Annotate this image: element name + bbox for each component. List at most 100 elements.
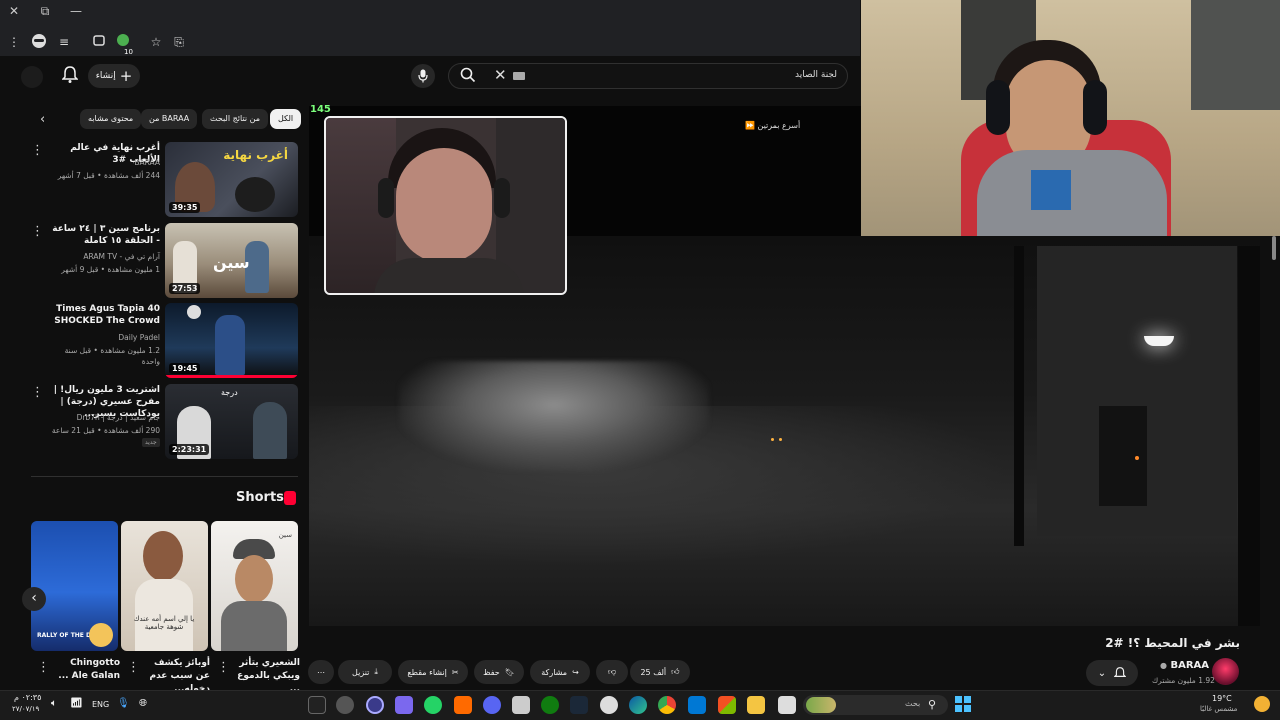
related-video-title[interactable]: برنامج سين ٣ | ٢٤ ساعة - الحلقة ١٥ كاملة xyxy=(48,223,160,247)
weather-temp[interactable]: 19°C xyxy=(1212,694,1232,703)
create-label: إنشاء xyxy=(95,71,116,81)
bookmark-star-icon[interactable]: ☆ xyxy=(147,33,165,51)
steam-icon[interactable] xyxy=(570,696,588,714)
video-duration: 27:53 xyxy=(169,283,201,294)
discord-icon[interactable] xyxy=(483,696,501,714)
extension-list-icon[interactable]: ≡ xyxy=(55,33,73,51)
voice-search-mic-icon[interactable] xyxy=(411,64,435,88)
file-explorer-icon[interactable] xyxy=(747,696,765,714)
short-thumbnail[interactable]: RALLY OF THE DAY xyxy=(31,521,118,651)
notifications-bell-icon[interactable] xyxy=(60,66,80,86)
related-video-title[interactable]: 40 Times Agus Tapia SHOCKED The Crowd xyxy=(48,303,160,327)
chip-all[interactable]: الكل xyxy=(270,109,302,129)
bell-icon xyxy=(1114,666,1127,677)
more-actions-button[interactable]: ⋯ xyxy=(308,660,334,684)
dislike-button[interactable]: 👎︎ xyxy=(596,660,628,684)
chip-from-search[interactable]: من نتائج البحث xyxy=(202,109,269,129)
app-gray-icon[interactable] xyxy=(336,696,354,714)
related-video-thumbnail[interactable]: سين 27:53 xyxy=(165,223,298,298)
wifi-icon[interactable]: 📶︎ xyxy=(70,698,83,709)
start-windows-icon[interactable] xyxy=(955,696,971,712)
related-video-channel[interactable]: آرام تي في - ARAM TV xyxy=(48,251,160,262)
related-video-thumbnail[interactable]: درجة 2:23:31 xyxy=(165,384,298,459)
minimize-window-icon[interactable]: — xyxy=(66,4,86,18)
extension-mask-icon[interactable] xyxy=(30,33,48,51)
app-purple-icon[interactable] xyxy=(395,696,413,714)
restore-window-icon[interactable]: ⧉ xyxy=(35,4,55,19)
like-button[interactable]: 25 ألف 👍︎ xyxy=(630,660,690,684)
subscriber-count: 1.92 مليون مشترك xyxy=(1152,676,1215,685)
clear-search-icon[interactable]: ✕ xyxy=(494,66,507,84)
calculator-icon[interactable] xyxy=(512,696,530,714)
share-icon: ↪ xyxy=(572,667,579,677)
extension-badge-icon[interactable]: 10 xyxy=(114,33,133,56)
related-video-meta: 244 ألف مشاهدة • قبل 7 أشهر xyxy=(57,171,160,180)
related-video-channel[interactable]: BARAA xyxy=(48,157,160,168)
app-orange-icon[interactable] xyxy=(454,696,472,714)
clock-time[interactable]: ٠٢:٣٥ م xyxy=(14,693,41,702)
search-input[interactable] xyxy=(448,63,848,89)
more-horizontal-icon: ⋯ xyxy=(317,667,325,677)
short-overlay-text: يا إلي اسم أمه عندك شوهة جامعية xyxy=(133,615,195,631)
subscription-button[interactable]: ⌄ xyxy=(1086,660,1138,686)
network-icon[interactable]: 🌐︎ xyxy=(139,698,147,709)
video-menu-icon[interactable]: ⋮ xyxy=(31,224,44,239)
short-menu-icon[interactable]: ⋮ xyxy=(37,660,50,675)
plus-icon: + xyxy=(119,67,133,85)
edge-icon[interactable] xyxy=(629,696,647,714)
weather-desc[interactable]: مشمس غالبًا xyxy=(1200,705,1237,713)
whatsapp-icon[interactable] xyxy=(424,696,442,714)
related-video-channel[interactable]: جام سعيد | درجة | Drb7h xyxy=(48,412,160,423)
save-button[interactable]: حفظ 🔖︎ xyxy=(474,660,524,684)
short-thumbnail[interactable]: يا إلي اسم أمه عندك شوهة جامعية xyxy=(121,521,208,651)
create-button[interactable]: إنشاء + xyxy=(88,64,140,88)
volume-icon[interactable]: 🔈︎ xyxy=(51,698,57,709)
account-avatar[interactable] xyxy=(21,66,43,88)
app-ring-icon[interactable] xyxy=(366,696,384,714)
chips-scroll-left-icon[interactable]: ‹ xyxy=(40,112,45,127)
taskbar-search-icon: ⚲ xyxy=(928,698,937,711)
download-button[interactable]: تنزيل ⤓ xyxy=(338,660,392,684)
verified-icon: ● xyxy=(1160,661,1167,670)
clock-date[interactable]: ٢٧/٠٧/١٩ xyxy=(12,705,39,713)
language-indicator[interactable]: ENG xyxy=(92,700,109,709)
short-thumbnail[interactable]: سين xyxy=(211,521,298,651)
microphone-icon[interactable]: 🎙︎ xyxy=(117,698,130,709)
obs-icon[interactable] xyxy=(600,696,618,714)
shorts-scroll-left-icon[interactable]: ‹ xyxy=(22,587,46,611)
share-button[interactable]: مشاركة ↪ xyxy=(530,660,590,684)
app-dark-icon[interactable] xyxy=(308,696,326,714)
xbox-icon[interactable] xyxy=(541,696,559,714)
browser-menu-icon[interactable]: ⋮ xyxy=(5,33,23,51)
thumb-caption: سين xyxy=(213,253,250,272)
send-to-device-icon[interactable]: ⎘ xyxy=(170,33,188,51)
video-menu-icon[interactable]: ⋮ xyxy=(31,385,44,400)
short-menu-icon[interactable]: ⋮ xyxy=(217,660,230,675)
close-window-icon[interactable]: ✕ xyxy=(4,4,24,18)
outlook-icon[interactable] xyxy=(688,696,706,714)
facecam-main xyxy=(861,0,1280,236)
related-video-thumbnail[interactable]: أغرب نهاية 39:35 xyxy=(165,142,298,217)
shorts-logo-icon xyxy=(284,491,296,505)
short-menu-icon[interactable]: ⋮ xyxy=(127,660,140,675)
chip-similar[interactable]: محتوى مشابه xyxy=(80,109,142,129)
extensions-puzzle-icon[interactable] xyxy=(90,33,108,51)
microsoft-365-icon[interactable] xyxy=(718,696,736,714)
share-label: مشاركة xyxy=(541,667,568,677)
related-video-meta: 290 ألف مشاهدة • قبل 21 ساعة xyxy=(51,426,160,435)
search-icon[interactable] xyxy=(460,67,478,85)
keyboard-icon[interactable] xyxy=(513,72,525,80)
short-title[interactable]: Chingotto Ale Galan ... xyxy=(52,657,120,683)
related-video-thumbnail[interactable]: 19:45 xyxy=(165,303,298,378)
chip-from-channel[interactable]: من BARAA xyxy=(141,109,198,129)
video-menu-icon[interactable]: ⋮ xyxy=(31,143,44,158)
task-view-icon[interactable] xyxy=(778,696,796,714)
clip-button[interactable]: إنشاء مقطع ✂ xyxy=(398,660,468,684)
related-video-channel[interactable]: Daily Padel xyxy=(48,332,160,343)
page-scrollbar[interactable] xyxy=(1272,236,1276,260)
channel-name[interactable]: ● BARAA xyxy=(1160,660,1209,671)
chrome-icon[interactable] xyxy=(658,696,676,714)
like-count: 25 ألف xyxy=(640,667,667,677)
weather-sun-icon[interactable] xyxy=(1254,696,1270,712)
channel-avatar[interactable] xyxy=(1212,658,1239,685)
